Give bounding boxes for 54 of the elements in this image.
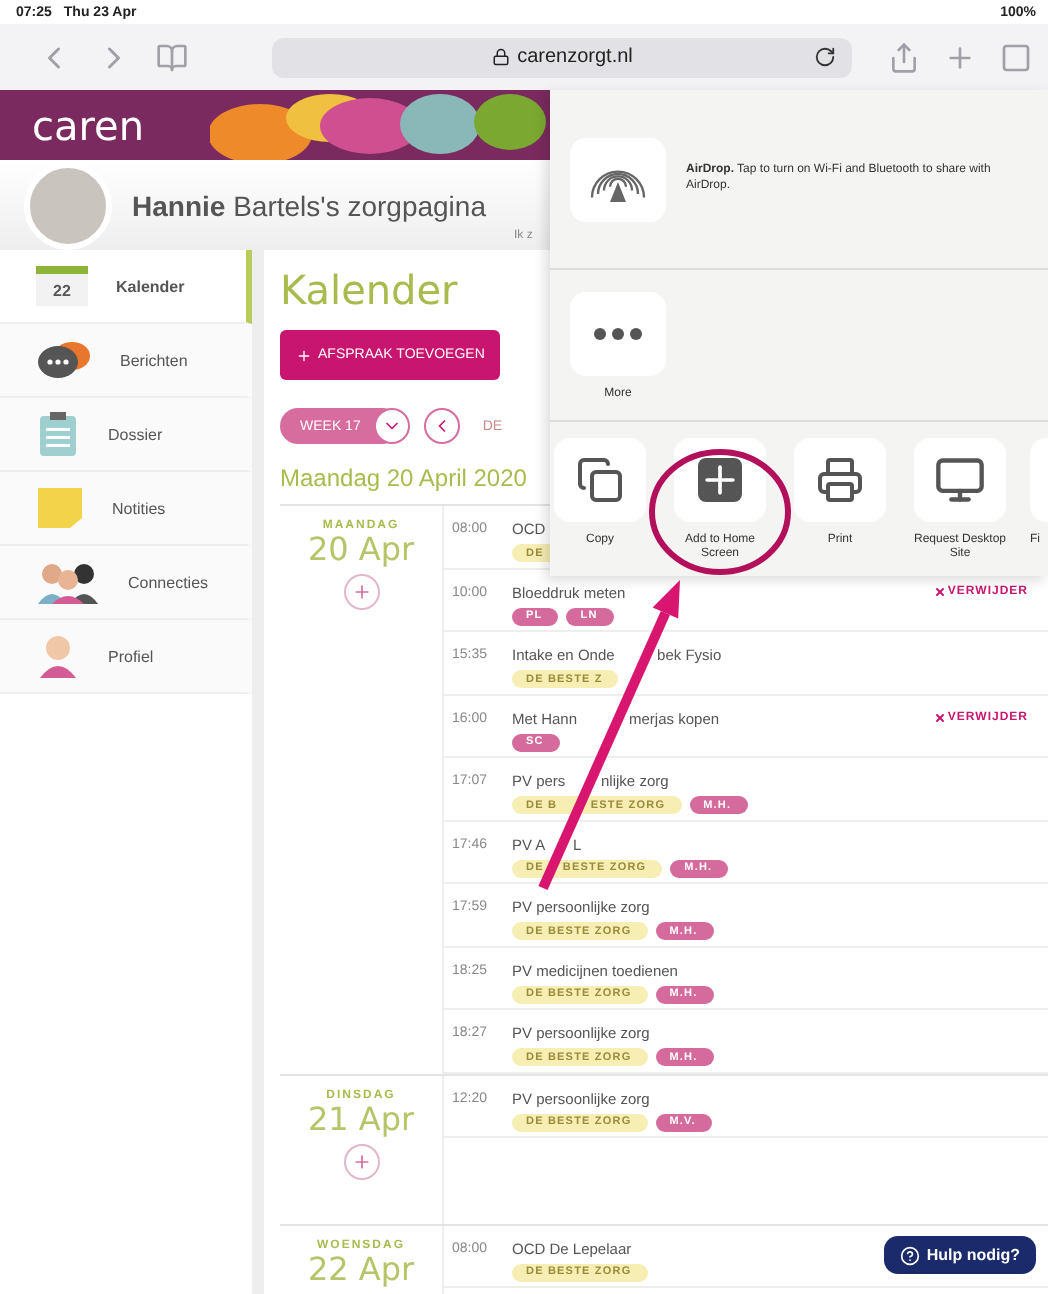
lock-icon xyxy=(491,48,510,66)
week-dropdown-button[interactable] xyxy=(374,408,411,444)
reload-icon[interactable] xyxy=(814,45,836,67)
sidebar-item[interactable]: Profiel xyxy=(0,620,252,694)
sticky-note-icon xyxy=(36,486,84,530)
help-icon xyxy=(900,1245,921,1265)
share-action-button[interactable] xyxy=(554,438,646,522)
sidebar-label: Berichten xyxy=(120,351,188,369)
help-button[interactable]: Hulp nodig? xyxy=(884,1236,1036,1274)
share-action-button[interactable] xyxy=(674,438,766,522)
calendar-icon: 22 xyxy=(36,266,88,306)
day-date: 21 Apr xyxy=(307,1101,415,1135)
person-icon xyxy=(36,634,80,678)
share-icon[interactable] xyxy=(888,41,920,73)
share-action-button[interactable] xyxy=(794,438,886,522)
sidebar-item[interactable]: Dossier xyxy=(0,398,252,472)
sidebar-label: Notities xyxy=(112,499,166,517)
new-tab-icon[interactable] xyxy=(944,41,976,73)
people-icon xyxy=(36,560,100,604)
share-action-button[interactable] xyxy=(914,438,1006,522)
caren-logo: caren xyxy=(32,101,145,149)
more-icon xyxy=(594,327,642,339)
url-text: carenzorgt.nl xyxy=(517,46,633,68)
monitor-icon xyxy=(934,454,986,506)
speech-bubbles-icon xyxy=(36,340,92,380)
address-field[interactable]: carenzorgt.nl xyxy=(272,37,852,77)
day-date: 20 Apr xyxy=(307,532,415,566)
add-event-button[interactable] xyxy=(343,574,379,610)
print-icon xyxy=(816,456,864,504)
plus-icon xyxy=(296,347,312,363)
plus-icon xyxy=(351,582,371,602)
tabs-icon[interactable] xyxy=(1000,41,1032,73)
sidebar-label: Kalender xyxy=(116,277,185,295)
sidebar-item[interactable]: Notities xyxy=(0,472,252,546)
sidebar-item[interactable]: 22 Kalender xyxy=(0,250,252,324)
add-square-icon xyxy=(698,458,742,502)
sidebar-label: Profiel xyxy=(108,647,154,665)
sidebar-label: Dossier xyxy=(108,425,163,443)
calendar-title: Kalender xyxy=(280,266,460,314)
clipboard-icon xyxy=(36,410,80,458)
sidebar-label: Connecties xyxy=(128,573,209,591)
sidebar-item[interactable]: Connecties xyxy=(0,546,252,620)
page-title: Hannie Bartels's zorgpagina xyxy=(132,189,486,221)
more-tile[interactable] xyxy=(570,291,666,375)
plus-icon xyxy=(351,1151,371,1171)
previous-button[interactable] xyxy=(424,408,461,444)
bookmarks-icon[interactable] xyxy=(156,41,188,73)
day-date: 22 Apr xyxy=(307,1251,415,1285)
airdrop-tile[interactable] xyxy=(570,137,666,221)
sidebar-item[interactable]: Berichten xyxy=(0,324,252,398)
close-icon xyxy=(933,586,946,598)
add-event-button[interactable] xyxy=(343,1143,379,1179)
close-icon xyxy=(933,712,946,724)
copy-icon xyxy=(576,456,624,504)
